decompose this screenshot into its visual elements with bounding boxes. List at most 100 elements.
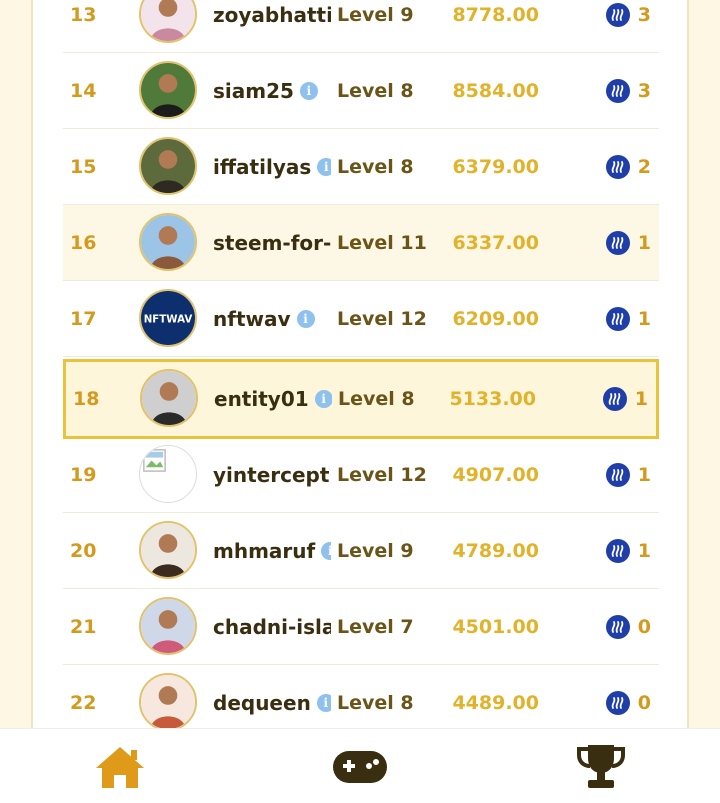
points-value: 8778.00 bbox=[452, 3, 539, 26]
reward-count: 3 bbox=[605, 0, 651, 52]
points-value: 5133.00 bbox=[449, 388, 536, 410]
username-text: mhmaruf bbox=[213, 538, 316, 563]
info-icon[interactable]: i bbox=[299, 81, 318, 100]
username[interactable]: dequeen i bbox=[213, 665, 331, 730]
steem-icon bbox=[605, 78, 630, 103]
leaderboard-row[interactable]: 17 NFTWAV nftwav i Level 12 6209.00 1 bbox=[63, 281, 659, 357]
user-level: Level 8 bbox=[337, 691, 414, 714]
reward-count: 1 bbox=[605, 281, 651, 356]
username-text: nftwav bbox=[213, 306, 291, 331]
points-value: 4907.00 bbox=[452, 463, 539, 486]
leaderboard-row[interactable]: 16 steem-for- Level 11 6337.00 1 bbox=[63, 205, 659, 281]
rank-number: 17 bbox=[70, 307, 97, 330]
home-icon bbox=[96, 747, 144, 788]
username[interactable]: chadni-isla bbox=[213, 589, 331, 664]
leaderboard-row[interactable]: 20 mhmaruf i Level 9 4789.00 1 bbox=[63, 513, 659, 589]
reward-count-text: 1 bbox=[637, 463, 651, 486]
leaderboard-row[interactable]: 21 chadni-isla Level 7 4501.00 0 bbox=[63, 589, 659, 665]
points-value: 6209.00 bbox=[452, 307, 539, 330]
username-text: chadni-isla bbox=[213, 614, 331, 639]
points-value: 4789.00 bbox=[452, 539, 539, 562]
user-level: Level 12 bbox=[337, 307, 427, 330]
nftwav-logo-text: NFTWAV bbox=[144, 314, 193, 326]
reward-count: 0 bbox=[605, 589, 651, 664]
info-icon[interactable]: i bbox=[321, 541, 331, 560]
reward-count-text: 1 bbox=[634, 388, 648, 410]
bottom-navigation bbox=[0, 728, 720, 803]
leaderboard-row-current-user[interactable]: 18 entity01 i Level 8 5133.00 1 bbox=[63, 359, 659, 439]
leaderboard-row[interactable]: 15 iffatilyas i Level 8 6379.00 2 bbox=[63, 129, 659, 205]
reward-count: 1 bbox=[605, 437, 651, 512]
steem-icon bbox=[605, 614, 630, 639]
avatar[interactable] bbox=[140, 369, 198, 427]
steem-icon bbox=[605, 306, 630, 331]
reward-count-text: 0 bbox=[637, 691, 651, 714]
avatar[interactable] bbox=[139, 445, 197, 503]
rank-number: 18 bbox=[73, 388, 100, 410]
username-text: iffatilyas bbox=[213, 154, 312, 179]
reward-count: 2 bbox=[605, 129, 651, 204]
username[interactable]: entity01 i bbox=[214, 362, 332, 436]
points-value: 8584.00 bbox=[452, 79, 539, 102]
reward-count: 3 bbox=[605, 53, 651, 128]
points-value: 4501.00 bbox=[452, 615, 539, 638]
reward-count-text: 1 bbox=[637, 231, 651, 254]
avatar[interactable] bbox=[139, 137, 197, 195]
nav-leaderboard-button[interactable] bbox=[571, 741, 631, 793]
info-icon[interactable]: i bbox=[316, 693, 331, 712]
rank-number: 15 bbox=[70, 155, 97, 178]
info-icon[interactable]: i bbox=[296, 309, 315, 328]
avatar[interactable] bbox=[139, 521, 197, 579]
reward-count: 1 bbox=[602, 362, 648, 436]
user-level: Level 7 bbox=[337, 615, 414, 638]
avatar[interactable] bbox=[139, 673, 197, 730]
rank-number: 16 bbox=[70, 231, 97, 254]
user-level: Level 8 bbox=[337, 155, 414, 178]
user-level: Level 8 bbox=[338, 388, 415, 410]
avatar[interactable] bbox=[139, 0, 197, 43]
username[interactable]: steem-for- bbox=[213, 205, 331, 280]
leaderboard-row[interactable]: 14 siam25 i Level 8 8584.00 3 bbox=[63, 53, 659, 129]
leaderboard-row[interactable]: 19 yintercept Level 12 4907.00 1 bbox=[63, 437, 659, 513]
user-level: Level 9 bbox=[337, 3, 414, 26]
username[interactable]: nftwav i bbox=[213, 281, 331, 356]
reward-count-text: 1 bbox=[637, 307, 651, 330]
avatar[interactable] bbox=[139, 597, 197, 655]
user-level: Level 11 bbox=[337, 231, 427, 254]
steem-icon bbox=[605, 2, 630, 27]
leaderboard-row[interactable]: 22 dequeen i Level 8 4489.00 0 bbox=[63, 665, 659, 730]
leaderboard-row[interactable]: 13 zoyabhatti Level 9 8778.00 3 bbox=[63, 0, 659, 53]
rank-number: 13 bbox=[70, 3, 97, 26]
username-text: zoyabhatti bbox=[213, 2, 331, 27]
username[interactable]: mhmaruf i bbox=[213, 513, 331, 588]
rank-number: 20 bbox=[70, 539, 97, 562]
trophy-icon bbox=[577, 745, 625, 788]
user-level: Level 8 bbox=[337, 79, 414, 102]
nav-home-button[interactable] bbox=[90, 741, 150, 793]
reward-count-text: 3 bbox=[637, 79, 651, 102]
reward-count-text: 1 bbox=[637, 539, 651, 562]
username-text: dequeen bbox=[213, 690, 311, 715]
avatar[interactable] bbox=[139, 213, 197, 271]
username[interactable]: zoyabhatti bbox=[213, 0, 331, 52]
reward-count: 0 bbox=[605, 665, 651, 730]
steem-icon bbox=[605, 154, 630, 179]
avatar[interactable] bbox=[139, 61, 197, 119]
username[interactable]: siam25 i bbox=[213, 53, 331, 128]
steem-icon bbox=[605, 690, 630, 715]
username-text: siam25 bbox=[213, 78, 294, 103]
user-level: Level 9 bbox=[337, 539, 414, 562]
username[interactable]: iffatilyas i bbox=[213, 129, 331, 204]
steem-icon bbox=[605, 230, 630, 255]
points-value: 6379.00 bbox=[452, 155, 539, 178]
username-text: yintercept bbox=[213, 462, 330, 487]
leaderboard-panel: 13 zoyabhatti Level 9 8778.00 3 14 siam25 i Leve… bbox=[31, 0, 689, 730]
user-level: Level 12 bbox=[337, 463, 427, 486]
username[interactable]: yintercept bbox=[213, 437, 331, 512]
rank-number: 21 bbox=[70, 615, 97, 638]
info-icon[interactable]: i bbox=[317, 157, 331, 176]
rank-number: 14 bbox=[70, 79, 97, 102]
nav-games-button[interactable] bbox=[330, 741, 390, 793]
avatar[interactable]: NFTWAV bbox=[139, 289, 197, 347]
info-icon[interactable]: i bbox=[314, 390, 332, 408]
